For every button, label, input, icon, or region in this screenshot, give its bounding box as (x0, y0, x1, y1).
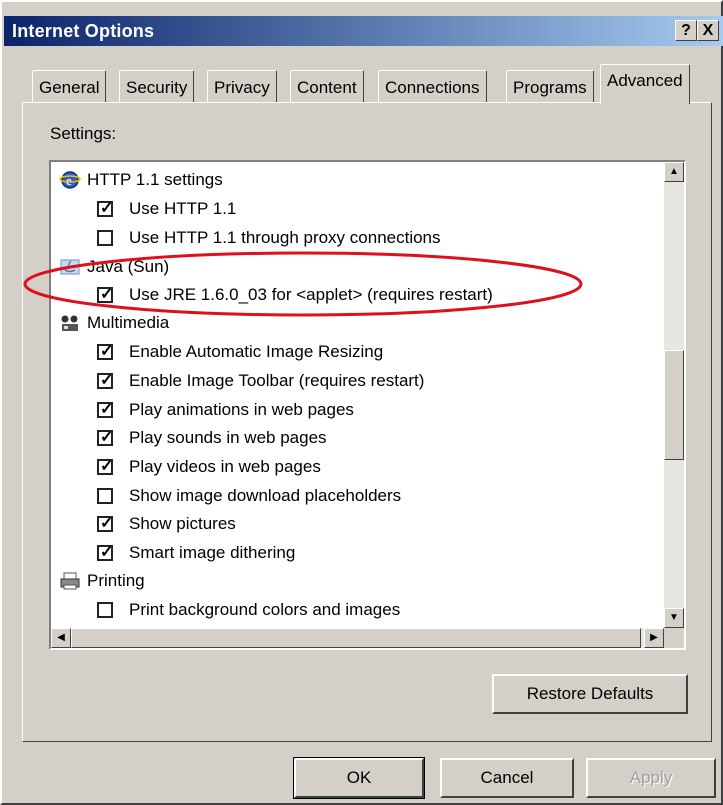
scroll-corner (664, 628, 684, 648)
checkbox[interactable]: ✓ (97, 343, 113, 360)
checkbox[interactable]: ✓ (97, 429, 113, 446)
tab-strip: General Security Privacy Content Connect… (22, 64, 712, 104)
checkbox[interactable]: ✓ (97, 401, 113, 418)
item-label: Play animations in web pages (129, 400, 354, 419)
item-label: Use HTTP 1.1 through proxy connections (129, 228, 441, 247)
check-mark-icon: ✓ (100, 544, 114, 561)
title-bar[interactable]: Internet Options ? X (4, 16, 723, 46)
checkbox[interactable]: ✓ (97, 200, 113, 217)
svg-text:e: e (66, 173, 72, 188)
vertical-scrollbar[interactable]: ▲ ▼ (664, 162, 684, 628)
item-label: Smart image dithering (129, 543, 296, 562)
category-label: Java (Sun) (87, 257, 170, 276)
item-label: Use JRE 1.6.0_03 for <applet> (requires … (129, 285, 493, 304)
check-mark-icon: ✓ (100, 515, 114, 532)
item-label: Enable Image Toolbar (requires restart) (129, 371, 425, 390)
checkbox[interactable]: ✓ (97, 544, 113, 561)
checkbox[interactable]: ✓ (97, 515, 113, 532)
check-mark-icon: ✓ (100, 429, 114, 446)
internet-options-dialog: Internet Options ? X General Security Pr… (0, 0, 723, 805)
category-label: HTTP 1.1 settings (87, 170, 223, 189)
scroll-right-button[interactable]: ▶ (644, 628, 664, 648)
restore-defaults-button[interactable]: Restore Defaults (492, 674, 688, 714)
settings-label: Settings: (50, 124, 117, 143)
item-label: Print background colors and images (129, 600, 401, 619)
checkbox[interactable] (97, 602, 113, 618)
checkbox[interactable]: ✓ (97, 372, 113, 389)
horizontal-scroll-thumb[interactable] (71, 628, 641, 648)
tab-content[interactable]: Content (290, 70, 364, 102)
printer-icon (60, 572, 80, 590)
tab-advanced[interactable]: Advanced (600, 64, 690, 104)
settings-list[interactable]: e HTTP 1.1 settings ✓ Use HTTP 1.1 Use H… (49, 160, 686, 650)
checkbox[interactable] (97, 230, 113, 246)
tab-connections[interactable]: Connections (378, 70, 487, 102)
category-label: Multimedia (87, 313, 170, 332)
item-label: Show image download placeholders (129, 486, 402, 505)
java-icon (60, 259, 80, 275)
vertical-scroll-thumb[interactable] (664, 350, 684, 460)
tab-general[interactable]: General (32, 70, 107, 102)
check-mark-icon: ✓ (100, 200, 114, 217)
checkbox[interactable]: ✓ (97, 458, 113, 475)
check-mark-icon: ✓ (100, 372, 114, 389)
tab-programs[interactable]: Programs (506, 70, 594, 102)
cancel-button[interactable]: Cancel (440, 758, 574, 798)
check-mark-icon: ✓ (100, 286, 114, 303)
multimedia-icon (61, 315, 78, 331)
window-title: Internet Options (12, 21, 155, 41)
item-label: Show pictures (129, 514, 236, 533)
ok-button[interactable]: OK (293, 757, 425, 799)
check-mark-icon: ✓ (100, 458, 114, 475)
apply-button[interactable]: Apply (586, 758, 716, 798)
horizontal-scrollbar[interactable]: ◀ ▶ (51, 628, 664, 648)
check-mark-icon: ✓ (100, 343, 114, 360)
category-label: Printing (87, 571, 145, 590)
checkbox[interactable]: ✓ (97, 286, 113, 303)
tab-security[interactable]: Security (119, 70, 195, 102)
close-button[interactable]: X (697, 20, 719, 41)
scroll-down-button[interactable]: ▼ (664, 608, 684, 628)
help-button[interactable]: ? (675, 20, 697, 41)
item-label: Use HTTP 1.1 (129, 199, 237, 218)
tab-privacy[interactable]: Privacy (207, 70, 277, 102)
check-mark-icon: ✓ (100, 401, 114, 418)
item-label: Enable Automatic Image Resizing (129, 342, 384, 361)
checkbox[interactable] (97, 488, 113, 504)
scroll-up-button[interactable]: ▲ (664, 162, 684, 182)
item-label: Play videos in web pages (129, 457, 321, 476)
item-label: Play sounds in web pages (129, 428, 327, 447)
ie-globe-icon: e (59, 171, 81, 189)
scroll-left-button[interactable]: ◀ (51, 628, 71, 648)
